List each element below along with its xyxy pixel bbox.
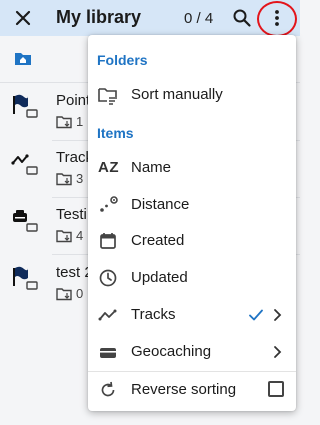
menu-item-reverse-sorting[interactable]: Reverse sorting: [88, 372, 296, 408]
folders-header: Folders: [97, 52, 148, 68]
menu-item-distance[interactable]: Distance: [88, 187, 296, 223]
distance-icon: [100, 196, 118, 212]
folder-sort-icon: [56, 229, 72, 242]
item-count: 1: [76, 114, 84, 129]
clock-icon: [99, 269, 117, 287]
highlight-circle: [257, 1, 297, 37]
reverse-sorting-checkbox[interactable]: [268, 381, 284, 397]
menu-item-label: Sort manually: [131, 86, 223, 103]
item-name: Point: [56, 92, 91, 109]
folder-sort-icon: [56, 172, 72, 185]
item-sub: 4: [56, 228, 83, 243]
item-sub: 1: [56, 114, 83, 129]
selection-count: 0 / 4: [184, 10, 214, 27]
folder-sort-icon: [56, 115, 72, 128]
close-icon[interactable]: [12, 7, 34, 29]
calendar-icon: [100, 233, 116, 249]
geocache-icon: [100, 348, 116, 358]
app-bar: My library 0 / 4: [0, 0, 300, 36]
menu-item-label: Name: [131, 159, 172, 176]
geocache-icon: [13, 210, 38, 232]
reverse-icon: [101, 381, 115, 397]
menu-item-label: Geocaching: [131, 343, 212, 360]
menu-item-label: Updated: [131, 269, 188, 286]
menu-item-updated[interactable]: Updated: [88, 260, 296, 296]
item-name: Testi: [56, 206, 87, 223]
track-icon: [98, 309, 117, 321]
chevron-right-icon: [274, 309, 282, 321]
search-icon[interactable]: [232, 8, 252, 28]
page-title: My library: [56, 7, 142, 27]
folder-home-icon: [15, 53, 31, 65]
menu-item-tracks[interactable]: Tracks: [88, 297, 296, 333]
menu-item-geocaching[interactable]: Geocaching: [88, 334, 296, 370]
item-count: 3: [76, 171, 84, 186]
folder-sort-icon: [98, 88, 117, 105]
flag-icon: [13, 266, 38, 290]
az-icon: AZ: [98, 159, 119, 176]
folder-sort-icon: [56, 287, 72, 300]
flag-icon: [13, 94, 38, 118]
item-sub: 3: [56, 171, 83, 186]
menu-item-label: Tracks: [131, 306, 176, 323]
items-header: Items: [97, 125, 134, 141]
track-icon: [11, 154, 38, 175]
check-icon: [249, 309, 263, 321]
menu-item-created[interactable]: Created: [88, 223, 296, 259]
item-count: 0: [76, 286, 84, 301]
menu-item-name[interactable]: AZ Name: [88, 150, 296, 186]
menu-item-sort-manually[interactable]: Sort manually: [88, 77, 296, 113]
menu-item-label: Reverse sorting: [131, 381, 237, 398]
chevron-right-icon: [274, 346, 282, 358]
item-sub: 0: [56, 286, 83, 301]
menu-item-label: Distance: [131, 196, 190, 213]
sort-menu: Folders Sort manually Items AZ Name Dist…: [88, 35, 296, 411]
item-count: 4: [76, 228, 84, 243]
menu-item-label: Created: [131, 232, 185, 249]
